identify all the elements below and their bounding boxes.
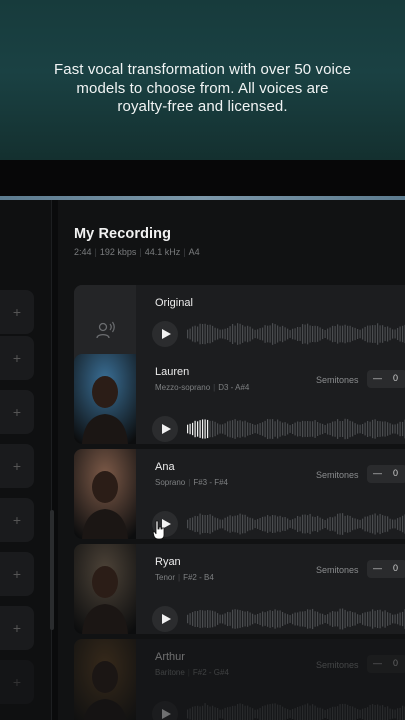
promo-banner: Fast vocal transformation with over 50 v…: [0, 0, 405, 160]
plus-icon: +: [12, 458, 22, 474]
semitones-label: Semitones: [316, 660, 359, 670]
play-button[interactable]: [152, 416, 178, 442]
waveform[interactable]: [186, 511, 405, 537]
voice-name: Arthur: [155, 651, 185, 663]
voice-details: Tenor | F#2 - B4: [155, 573, 214, 582]
sidebar: + + + + + + + +: [0, 200, 52, 720]
sidebar-add-button[interactable]: +: [0, 660, 34, 704]
voice-details: Mezzo-soprano | D3 - A#4: [155, 383, 250, 392]
plus-icon: +: [12, 674, 22, 690]
play-icon: [161, 709, 171, 719]
sidebar-add-button[interactable]: +: [0, 552, 34, 596]
voice-card[interactable]: Arthur Baritone | F#2 - G#4 Semitones —0: [74, 639, 405, 720]
recording-title: My Recording: [74, 226, 172, 242]
recording-sample-rate: 44.1 kHz: [144, 247, 181, 257]
voice-range: F#2 - G#4: [192, 668, 229, 677]
play-button[interactable]: [152, 606, 178, 632]
avatar: [74, 544, 136, 634]
sidebar-add-button[interactable]: +: [0, 606, 34, 650]
recording-panel: My Recording 2:44 | 192 kbps | 44.1 kHz | A4 O…: [58, 200, 405, 720]
promo-text: Fast vocal transformation with over 50 v…: [53, 61, 352, 116]
voice-range: F#3 - F#4: [193, 478, 229, 487]
mouse-pointer-icon: [152, 520, 165, 540]
voice-person-icon: [96, 321, 115, 339]
waveform[interactable]: [186, 606, 405, 632]
plus-icon: +: [12, 620, 22, 636]
scrollbar[interactable]: [50, 510, 54, 630]
waveform[interactable]: [186, 701, 405, 720]
avatar: [74, 354, 136, 444]
recording-pitch: A4: [188, 247, 200, 257]
voice-type: Soprano: [155, 478, 186, 487]
voice-name: Ryan: [155, 556, 181, 568]
avatar: [74, 449, 136, 539]
minus-icon[interactable]: —: [373, 658, 382, 668]
semitones-value: 0: [393, 468, 399, 478]
voice-card[interactable]: Lauren Mezzo-soprano | D3 - A#4 Semitones …: [74, 354, 405, 444]
play-icon: [161, 329, 171, 339]
voice-details: Soprano | F#3 - F#4: [155, 478, 229, 487]
minus-icon[interactable]: —: [373, 468, 382, 478]
background-gap: [0, 160, 405, 196]
semitones-value: 0: [393, 658, 399, 668]
voice-name: Lauren: [155, 366, 190, 378]
minus-icon[interactable]: —: [373, 563, 382, 573]
voice-type: Tenor: [155, 573, 176, 582]
plus-icon: +: [12, 512, 22, 528]
semitones-value: 0: [393, 563, 399, 573]
voice-details: Baritone | F#2 - G#4: [155, 668, 229, 677]
voice-range: D3 - A#4: [218, 383, 250, 392]
semitones-stepper[interactable]: —0: [367, 560, 405, 578]
original-track-name: Original: [155, 297, 193, 309]
sidebar-add-button[interactable]: +: [0, 498, 34, 542]
voice-type: Mezzo-soprano: [155, 383, 211, 392]
semitones-value: 0: [393, 373, 399, 383]
minus-icon[interactable]: —: [373, 373, 382, 383]
sidebar-add-button[interactable]: +: [0, 336, 34, 380]
sidebar-add-button[interactable]: +: [0, 290, 34, 334]
voice-type: Baritone: [155, 668, 185, 677]
sidebar-add-button[interactable]: +: [0, 444, 34, 488]
recording-bitrate: 192 kbps: [99, 247, 137, 257]
plus-icon: +: [12, 566, 22, 582]
semitones-label: Semitones: [316, 470, 359, 480]
voice-card[interactable]: Ryan Tenor | F#2 - B4 Semitones —0: [74, 544, 405, 634]
waveform[interactable]: [186, 321, 405, 347]
plus-icon: +: [12, 404, 22, 420]
sidebar-add-button[interactable]: +: [0, 390, 34, 434]
recording-meta: 2:44 | 192 kbps | 44.1 kHz | A4: [74, 247, 200, 257]
play-button[interactable]: [152, 321, 178, 347]
plus-icon: +: [12, 350, 22, 366]
waveform[interactable]: [186, 416, 405, 442]
semitones-stepper[interactable]: —0: [367, 370, 405, 388]
plus-icon: +: [12, 304, 22, 320]
semitones-label: Semitones: [316, 565, 359, 575]
avatar: [74, 639, 136, 720]
semitones-stepper[interactable]: —0: [367, 655, 405, 673]
play-button[interactable]: [152, 701, 178, 720]
recording-duration: 2:44: [74, 247, 92, 257]
semitones-label: Semitones: [316, 375, 359, 385]
play-icon: [161, 424, 171, 434]
voice-card[interactable]: Ana Soprano | F#3 - F#4 Semitones —0: [74, 449, 405, 539]
voice-range: F#2 - B4: [183, 573, 214, 582]
play-icon: [161, 614, 171, 624]
semitones-stepper[interactable]: —0: [367, 465, 405, 483]
voice-name: Ana: [155, 461, 175, 473]
